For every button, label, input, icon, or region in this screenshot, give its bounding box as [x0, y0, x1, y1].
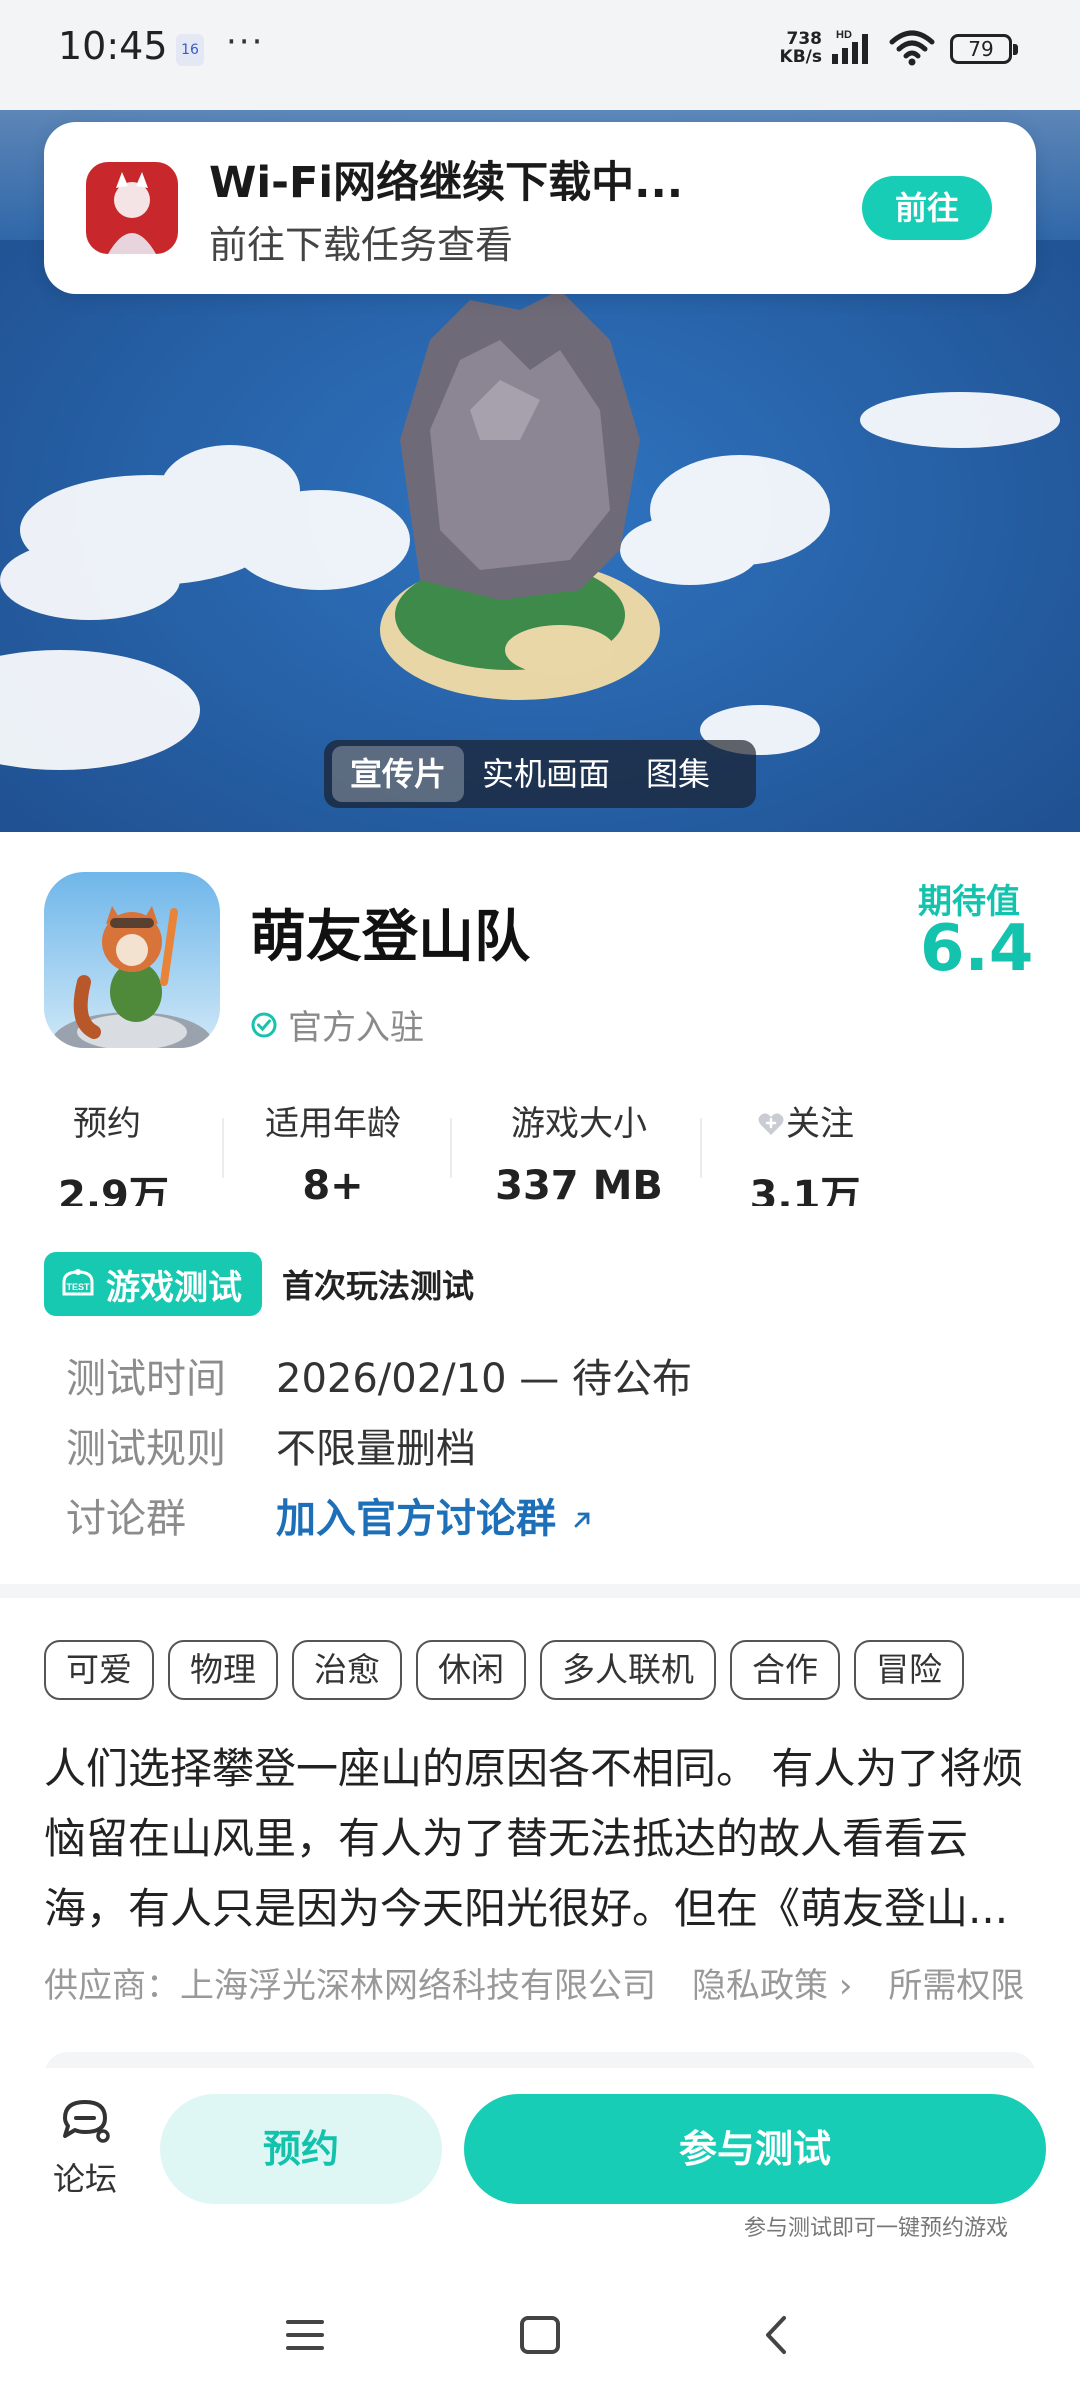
status-bar: 10:45 16 ··· 738 KB/s HD 79	[0, 0, 1080, 110]
stat-followers[interactable]: 关注 3.1万	[740, 1096, 870, 1206]
external-arrow-icon	[574, 1512, 590, 1528]
stat-age-rating[interactable]: 适用年龄 8+	[260, 1096, 406, 1206]
stat-game-size[interactable]: 游戏大小 337 MB	[484, 1096, 674, 1206]
official-label: 官方入驻	[288, 1008, 424, 1048]
game-test-tag-label: 游戏测试	[106, 1267, 242, 1308]
cell-signal-icon: HD	[832, 29, 868, 64]
game-test-description: 首次玩法测试	[282, 1267, 475, 1305]
go-to-downloads-button[interactable]: 前往	[862, 176, 992, 240]
tag-casual[interactable]: 休闲	[416, 1640, 526, 1700]
test-rules-label: 测试规则	[66, 1426, 226, 1472]
tag-adventure[interactable]: 冒险	[854, 1640, 964, 1700]
toast-subtitle: 前往下载任务查看	[209, 223, 514, 267]
test-rules-value: 不限量删档	[276, 1426, 476, 1472]
forum-label: 论坛	[52, 2160, 117, 2198]
app-icon	[44, 872, 220, 1048]
stat-reservations[interactable]: 预约 2.9万	[58, 1096, 169, 1206]
official-badge: 官方入驻	[250, 1000, 424, 1049]
home-icon[interactable]	[514, 2310, 566, 2360]
test-time-value: 2026/02/10 — 待公布	[276, 1356, 692, 1402]
heart-plus-icon	[758, 1113, 784, 1135]
status-time: 10:45	[58, 24, 168, 68]
expectation-score: 6.4	[920, 912, 1034, 986]
join-test-button[interactable]: 参与测试	[464, 2094, 1046, 2204]
media-tab-gameplay[interactable]: 实机画面	[464, 746, 628, 802]
permissions-link[interactable]: 所需权限	[888, 1958, 1024, 2007]
svg-text:HD: HD	[836, 29, 852, 41]
menu-icon[interactable]	[280, 2310, 330, 2360]
supplier-label: 供应商：上海浮光深林网络科技有限公司	[44, 1966, 656, 2006]
tag-cute[interactable]: 可爱	[44, 1640, 154, 1700]
download-notification[interactable]: Wi-Fi网络继续下载中... 前往下载任务查看 前往	[44, 122, 1036, 294]
battery-icon: 79	[950, 34, 1018, 64]
network-speed: 738 KB/s	[779, 29, 822, 67]
toast-title: Wi-Fi网络继续下载中...	[209, 158, 684, 208]
join-test-note: 参与测试即可一键预约游戏	[744, 2216, 1009, 2241]
forum-button[interactable]: 论坛	[40, 2096, 130, 2200]
media-tab-gallery[interactable]: 图集	[628, 746, 728, 802]
notification-badge-icon: 16	[176, 34, 204, 66]
stats-row: 预约 2.9万 适用年龄 8+ 游戏大小 337 MB 关注 3.1万	[44, 1096, 944, 1206]
svg-text:TEST: TEST	[66, 1282, 90, 1292]
more-notifications-icon: ···	[226, 22, 265, 62]
game-test-tag[interactable]: TEST 游戏测试	[44, 1252, 262, 1316]
tag-coop[interactable]: 合作	[730, 1640, 840, 1700]
test-info-table: 测试时间 2026/02/10 — 待公布 测试规则 不限量删档 讨论群 加入官…	[66, 1340, 692, 1550]
stat-divider	[700, 1118, 702, 1178]
stat-divider	[222, 1118, 224, 1178]
system-nav-bar	[0, 2290, 1080, 2400]
test-icon: TEST	[62, 1269, 94, 1296]
wifi-icon	[889, 30, 935, 66]
discussion-group-label: 讨论群	[66, 1496, 186, 1542]
test-rules-row: 测试规则 不限量删档	[66, 1410, 692, 1480]
back-icon[interactable]	[752, 2310, 802, 2360]
genre-tags: 可爱 物理 治愈 休闲 多人联机 合作 冒险	[44, 1640, 964, 1700]
media-tab-bar: 宣传片 实机画面 图集	[324, 740, 756, 808]
forum-chat-icon	[63, 2100, 110, 2143]
tag-multiplayer[interactable]: 多人联机	[540, 1640, 716, 1700]
game-description[interactable]: 人们选择攀登一座山的原因各不相同。 有人为了将烦恼留在山风里，有人为了替无法抵达…	[44, 1734, 1040, 1944]
discussion-group-row: 讨论群 加入官方讨论群	[66, 1480, 692, 1550]
verified-check-icon	[251, 1012, 277, 1037]
join-discussion-group-link[interactable]: 加入官方讨论群	[276, 1486, 594, 1544]
chevron-right-icon: ›	[838, 1966, 853, 2006]
app-name: 萌友登山队	[250, 905, 530, 970]
tag-physics[interactable]: 物理	[168, 1640, 278, 1700]
tag-healing[interactable]: 治愈	[292, 1640, 402, 1700]
supplier-row: 供应商：上海浮光深林网络科技有限公司 隐私政策 › 所需权限	[44, 1958, 1024, 2007]
test-time-row: 测试时间 2026/02/10 — 待公布	[66, 1340, 692, 1410]
privacy-policy-link[interactable]: 隐私政策 ›	[692, 1958, 852, 2007]
game-test-header: TEST 游戏测试 首次玩法测试	[44, 1252, 474, 1316]
download-app-icon	[86, 162, 178, 254]
reserve-button[interactable]: 预约	[160, 2094, 442, 2204]
stat-divider	[450, 1118, 452, 1178]
section-divider	[0, 1584, 1080, 1598]
media-tab-promo[interactable]: 宣传片	[332, 746, 465, 802]
test-time-label: 测试时间	[66, 1356, 226, 1402]
